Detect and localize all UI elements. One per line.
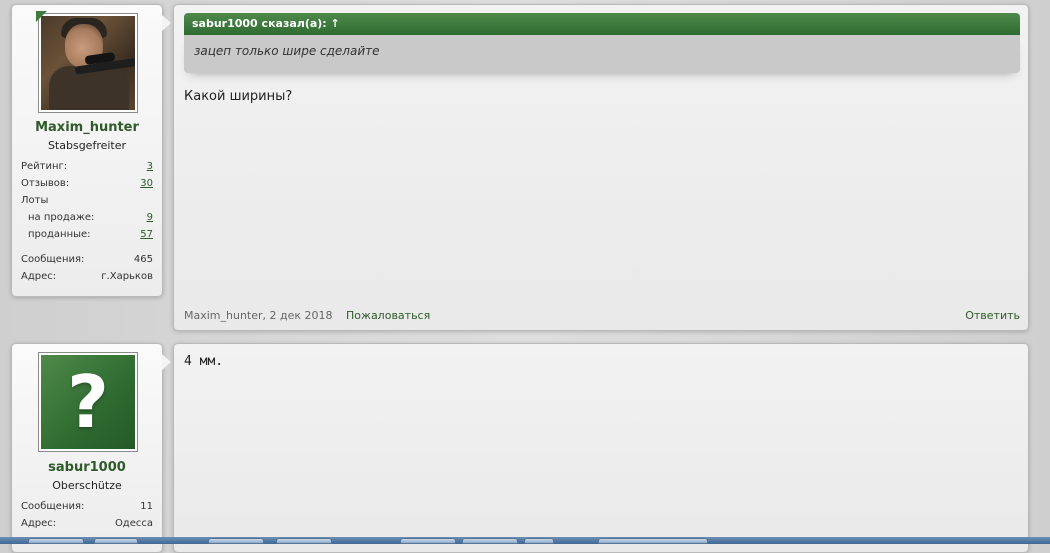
user-title: Stabsgefreiter <box>47 139 127 152</box>
reviews-value[interactable]: 30 <box>140 178 153 189</box>
card-arrow <box>162 354 171 370</box>
username[interactable]: Maxim_hunter <box>11 120 163 135</box>
reply-link[interactable]: Ответить <box>965 309 1020 322</box>
post-meta[interactable]: Maxim_hunter, 2 дек 2018 <box>184 309 333 322</box>
online-indicator-icon <box>36 11 47 22</box>
taskbar-button[interactable] <box>276 538 332 544</box>
address-row: Адрес: г.Харьков <box>21 271 153 282</box>
reviews-label: Отзывов: <box>21 178 70 189</box>
address-label: Адрес: <box>21 271 57 282</box>
rating-value[interactable]: 3 <box>147 161 153 172</box>
on-sale-value[interactable]: 9 <box>147 212 153 223</box>
on-sale-label: на продаже: <box>28 212 95 223</box>
message-text: 4 мм. <box>184 354 224 369</box>
taskbar-button[interactable] <box>598 538 708 544</box>
address-value: Одесса <box>114 518 153 529</box>
messages-label: Сообщения: <box>21 501 85 512</box>
taskbar-button[interactable] <box>94 538 138 544</box>
taskbar-button[interactable] <box>462 538 518 544</box>
taskbar-button[interactable] <box>28 538 84 544</box>
taskbar-button[interactable] <box>400 538 456 544</box>
sold-label: проданные: <box>28 229 91 240</box>
hunter-avatar-image <box>41 16 135 110</box>
post: 4 мм. <box>173 343 1029 553</box>
rating-label: Рейтинг: <box>21 161 68 172</box>
taskbar <box>0 537 1050 544</box>
avatar[interactable] <box>38 13 138 113</box>
user-title: Oberschütze <box>52 479 122 492</box>
messages-value: 11 <box>140 501 153 512</box>
messages-row: Сообщения: 11 <box>21 501 153 512</box>
username[interactable]: sabur1000 <box>11 460 163 475</box>
question-mark-icon: ? <box>41 355 135 449</box>
sold-row: проданные: 57 <box>21 229 153 240</box>
quote-text: зацеп только шире сделайте <box>184 35 1020 73</box>
message-text: Какой ширины? <box>184 89 293 104</box>
messages-label: Сообщения: <box>21 254 85 265</box>
rating-row: Рейтинг: 3 <box>21 161 153 172</box>
address-row: Адрес: Одесса <box>21 518 153 529</box>
post-footer: Maxim_hunter, 2 дек 2018 Пожаловаться От… <box>184 309 1020 322</box>
sold-value[interactable]: 57 <box>140 229 153 240</box>
report-link[interactable]: Пожаловаться <box>346 309 430 322</box>
taskbar-button[interactable] <box>208 538 264 544</box>
on-sale-row: на продаже: 9 <box>21 212 153 223</box>
address-label: Адрес: <box>21 518 57 529</box>
address-value: г.Харьков <box>101 271 153 282</box>
reviews-row: Отзывов: 30 <box>21 178 153 189</box>
card-arrow <box>162 15 171 31</box>
messages-row: Сообщения: 465 <box>21 254 153 265</box>
avatar[interactable]: ? <box>38 352 138 452</box>
messages-value: 465 <box>133 254 153 265</box>
taskbar-button[interactable] <box>524 538 554 544</box>
quote-author[interactable]: sabur1000 сказал(а): ↑ <box>184 13 1020 35</box>
post: sabur1000 сказал(а): ↑ зацеп только шире… <box>173 4 1029 331</box>
lots-label: Лоты <box>21 195 49 206</box>
lots-row: Лоты <box>21 195 153 206</box>
